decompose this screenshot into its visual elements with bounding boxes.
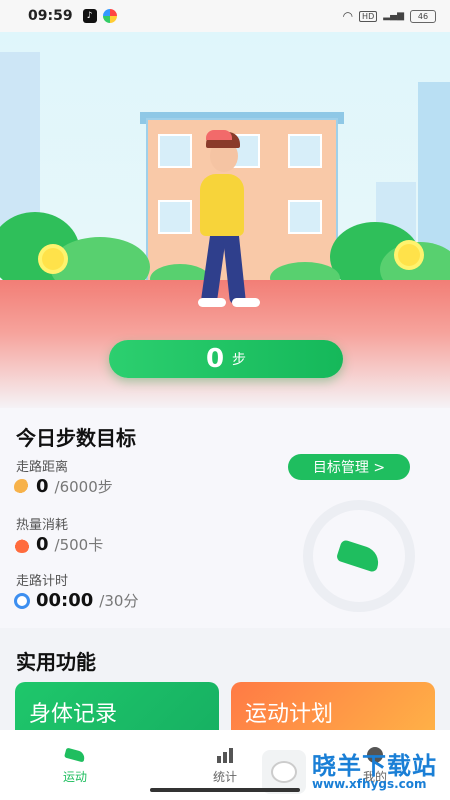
timer-value: 00:00	[36, 590, 94, 611]
battery-level: 46	[417, 11, 429, 21]
footprint-icon	[14, 478, 30, 495]
calorie-label: 热量消耗	[16, 518, 69, 533]
calorie-row: 0 /500卡	[14, 534, 103, 555]
status-bar: 09:59 ♪ ◠ HD ▂▄▆ 46	[0, 0, 450, 32]
running-shoe-icon	[64, 746, 86, 764]
timer-target: /30分	[99, 592, 139, 610]
timer-label: 走路计时	[16, 574, 69, 589]
window	[158, 200, 192, 234]
app-notification-icon	[102, 9, 117, 23]
goal-manage-button[interactable]: 目标管理 >	[288, 454, 410, 480]
status-indicators: ◠ HD ▂▄▆ 46	[343, 9, 436, 23]
status-time: 09:59	[28, 8, 73, 24]
flower	[42, 248, 64, 270]
tiktok-icon: ♪	[82, 9, 97, 23]
flower	[398, 244, 420, 266]
step-count: 0	[205, 344, 225, 374]
signal-icon: ▂▄▆	[383, 11, 404, 21]
distance-value: 0	[36, 476, 49, 497]
calorie-target: /500卡	[54, 536, 104, 554]
window	[288, 134, 322, 168]
bar-chart-icon	[214, 746, 236, 764]
walker-body	[200, 174, 244, 236]
battery-icon: 46	[410, 9, 436, 23]
distance-label: 走路距离	[16, 460, 69, 475]
progress-ring	[303, 500, 415, 612]
nav-label-exercise: 运动	[62, 769, 87, 784]
clock-icon	[14, 592, 30, 609]
calorie-value: 0	[36, 534, 49, 555]
wifi-icon: ◠	[342, 9, 354, 23]
step-unit: 步	[232, 352, 247, 368]
window	[288, 200, 322, 234]
distance-target: /6000步	[54, 478, 113, 496]
timer-row: 00:00 /30分	[14, 590, 138, 611]
nav-label-stats: 统计	[212, 769, 237, 784]
fire-icon	[14, 536, 30, 553]
window	[158, 134, 192, 168]
step-counter-pill[interactable]: 0 步	[109, 340, 343, 378]
walker-shoe	[198, 298, 226, 307]
walker-shoe	[232, 298, 260, 307]
watermark-title: 晓羊下载站	[312, 752, 437, 780]
watermark-text-block: 晓羊下载站 www.xfhygs.com	[312, 754, 437, 790]
watermark-url: www.xfhygs.com	[312, 777, 427, 791]
walker-cap	[206, 130, 232, 140]
daily-goal-card: 今日步数目标 目标管理 > 走路距离 0 /6000步 热量消耗 0 /500卡…	[0, 408, 450, 628]
hd-badge: HD	[359, 10, 378, 22]
home-indicator[interactable]	[150, 788, 300, 792]
nav-item-exercise[interactable]: 运动	[0, 730, 150, 800]
building-right	[418, 82, 450, 262]
distance-row: 0 /6000步	[14, 476, 113, 497]
running-shoe-icon	[335, 539, 383, 573]
functions-title: 实用功能	[16, 650, 96, 674]
goal-title: 今日步数目标	[16, 426, 136, 450]
